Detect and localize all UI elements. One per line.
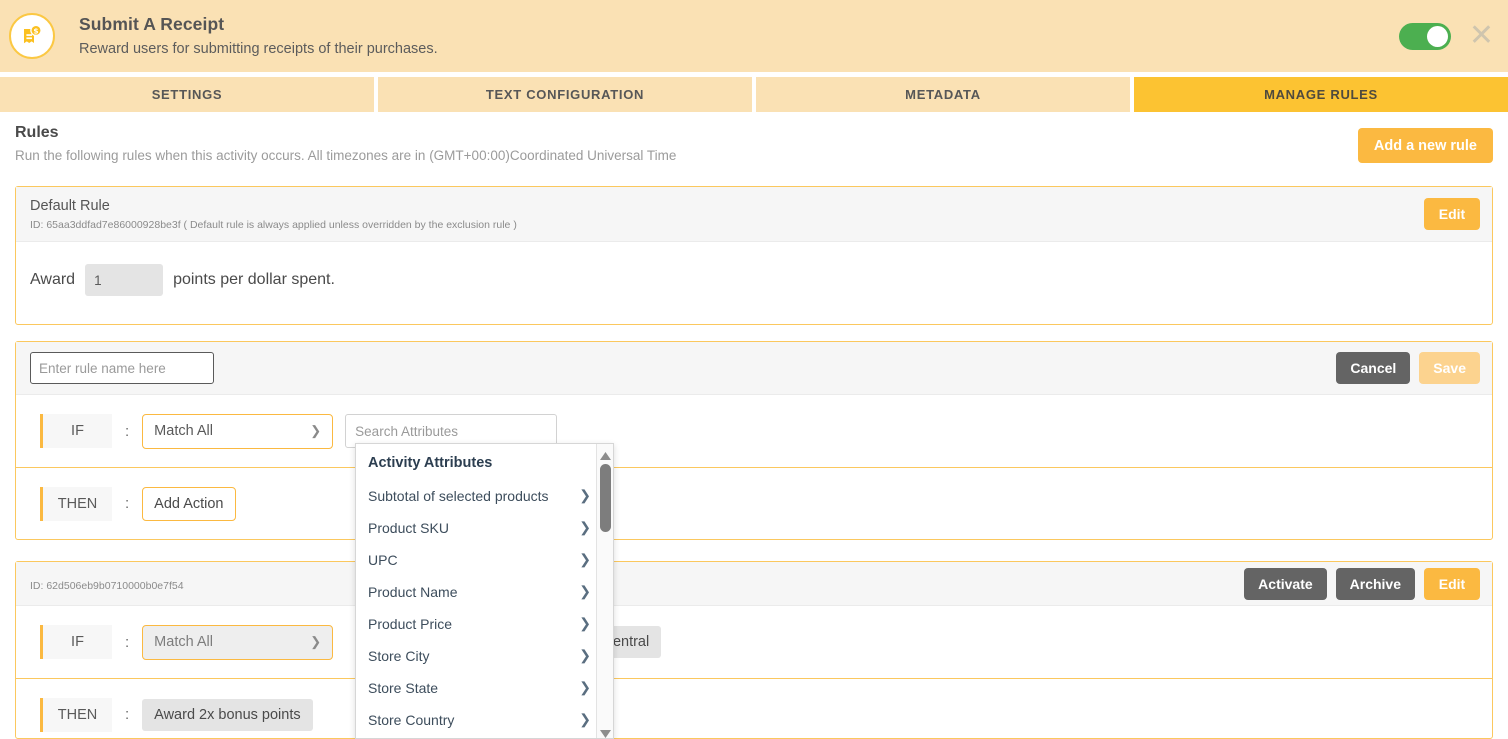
then-label: THEN: [40, 486, 112, 521]
tab-manage-rules[interactable]: MANAGE RULES: [1134, 77, 1508, 112]
scroll-up-arrow-icon[interactable]: [599, 448, 612, 460]
tab-metadata[interactable]: METADATA: [756, 77, 1130, 112]
attribute-label: UPC: [368, 551, 398, 568]
dropdown-scrollbar[interactable]: [596, 444, 613, 738]
attribute-item-store-city[interactable]: Store City ❯: [356, 640, 613, 672]
add-new-rule-button[interactable]: Add a new rule: [1357, 128, 1493, 163]
attribute-item-product-price[interactable]: Product Price ❯: [356, 608, 613, 640]
attribute-label: Product Name: [368, 583, 458, 600]
existing-match-type-select[interactable]: Match All ❯: [142, 624, 334, 660]
attribute-item-upc[interactable]: UPC ❯: [356, 544, 613, 576]
attribute-label: Store Country: [368, 711, 455, 728]
page-header: $ Submit A Receipt Reward users for subm…: [0, 0, 1508, 72]
attribute-item-subtotal[interactable]: Subtotal of selected products ❯: [356, 480, 613, 512]
activate-button[interactable]: Activate: [1244, 567, 1327, 600]
tab-text-configuration-label: TEXT CONFIGURATION: [485, 87, 645, 102]
existing-rule-card: ID: 62d506eb9b0710000b0e7f54 Activate Ar…: [15, 561, 1493, 739]
then-colon: :: [125, 495, 130, 512]
if-label: IF: [40, 414, 112, 448]
match-type-select[interactable]: Match All ❯: [142, 413, 334, 449]
existing-then-colon: :: [125, 706, 130, 723]
header-icon-wrap: $: [9, 13, 55, 59]
existing-if-colon: :: [125, 633, 130, 651]
tab-manage-rules-label: MANAGE RULES: [1264, 87, 1378, 102]
existing-rule-then-row: THEN : Award 2x bonus points: [16, 678, 1492, 739]
existing-rule-header: ID: 62d506eb9b0710000b0e7f54 Activate Ar…: [16, 562, 1492, 606]
manage-rules-page: $ Submit A Receipt Reward users for subm…: [0, 0, 1508, 739]
cancel-button[interactable]: Cancel: [1336, 352, 1411, 384]
new-rule-header: Cancel Save: [16, 342, 1492, 395]
attribute-label: Product SKU: [368, 519, 449, 536]
rule-name-input[interactable]: [30, 352, 214, 384]
tab-settings[interactable]: SETTINGS: [0, 77, 374, 112]
existing-rule-edit-button[interactable]: Edit: [1424, 567, 1480, 600]
default-rule-actions: Edit: [1424, 198, 1480, 230]
receipt-dollar-icon: $: [9, 13, 55, 59]
new-rule-if-row: IF : Match All ❯: [16, 395, 1492, 467]
award-suffix-label: points per dollar spent.: [173, 271, 335, 288]
page-subtitle: Reward users for submitting receipts of …: [79, 41, 438, 57]
save-button[interactable]: Save: [1419, 352, 1480, 384]
scroll-down-arrow-icon[interactable]: [599, 726, 612, 738]
attributes-dropdown-panel: Activity Attributes Subtotal of selected…: [355, 443, 614, 739]
activity-enable-toggle[interactable]: [1398, 22, 1451, 50]
default-rule-header: Default Rule ID: 65aa3ddfad7e86000928be3…: [16, 187, 1492, 242]
existing-if-label: IF: [40, 625, 112, 659]
header-text-block: Submit A Receipt Reward users for submit…: [79, 13, 438, 59]
rules-title: Rules: [15, 124, 59, 141]
attribute-label: Store State: [368, 679, 439, 696]
attribute-item-store-state[interactable]: Store State ❯: [356, 672, 613, 704]
award-prefix-label: Award: [30, 271, 76, 288]
attribute-label: Subtotal of selected products: [368, 487, 549, 504]
attribute-item-product-sku[interactable]: Product SKU ❯: [356, 512, 613, 544]
header-controls: ✕: [1398, 21, 1494, 51]
archive-button[interactable]: Archive: [1335, 567, 1415, 600]
close-icon[interactable]: ✕: [1469, 21, 1494, 51]
existing-then-chip: Award 2x bonus points: [142, 698, 313, 731]
existing-rule-actions: Activate Archive Edit: [1244, 567, 1480, 600]
new-rule-then-row: THEN : Add Action: [16, 467, 1492, 539]
tab-settings-label: SETTINGS: [151, 87, 223, 102]
attribute-item-product-name[interactable]: Product Name ❯: [356, 576, 613, 608]
new-rule-actions: Cancel Save: [1336, 352, 1480, 384]
page-title: Submit A Receipt: [79, 14, 225, 34]
default-rule-card: Default Rule ID: 65aa3ddfad7e86000928be3…: [15, 186, 1493, 325]
default-rule-id: ID: 65aa3ddfad7e86000928be3f ( Default r…: [30, 219, 517, 231]
existing-then-label: THEN: [40, 697, 112, 732]
default-rule-award-row: Award points per dollar spent.: [16, 242, 1492, 324]
attribute-item-store-country[interactable]: Store Country ❯: [356, 704, 613, 736]
svg-text:$: $: [33, 26, 38, 35]
tab-metadata-label: METADATA: [905, 87, 981, 102]
tab-text-configuration[interactable]: TEXT CONFIGURATION: [378, 77, 752, 112]
chevron-down-icon: ❯: [310, 423, 322, 438]
attribute-label: Product Price: [368, 615, 453, 632]
rules-description: Run the following rules when this activi…: [15, 148, 677, 163]
add-action-button[interactable]: Add Action: [142, 486, 236, 521]
default-rule-edit-button[interactable]: Edit: [1424, 198, 1480, 230]
award-points-input[interactable]: [85, 264, 164, 296]
attributes-dropdown-title: Activity Attributes: [368, 455, 493, 471]
existing-rule-if-row: IF : Match All ❯ ne Equals central: [16, 606, 1492, 678]
match-type-value: Match All: [154, 423, 214, 439]
scrollbar-thumb[interactable]: [600, 464, 611, 532]
tab-bar: SETTINGS TEXT CONFIGURATION METADATA MAN…: [0, 77, 1508, 112]
if-colon: :: [125, 422, 130, 440]
chevron-down-icon: ❯: [310, 634, 322, 649]
new-rule-editor-card: Cancel Save IF : Match All ❯ THEN : Add …: [15, 341, 1493, 540]
existing-match-type-value: Match All: [154, 634, 214, 650]
default-rule-name: Default Rule: [30, 198, 110, 214]
rules-heading-block: Rules Run the following rules when this …: [15, 122, 676, 165]
attribute-label: Store City: [368, 647, 430, 664]
toggle-knob: [1426, 25, 1448, 47]
